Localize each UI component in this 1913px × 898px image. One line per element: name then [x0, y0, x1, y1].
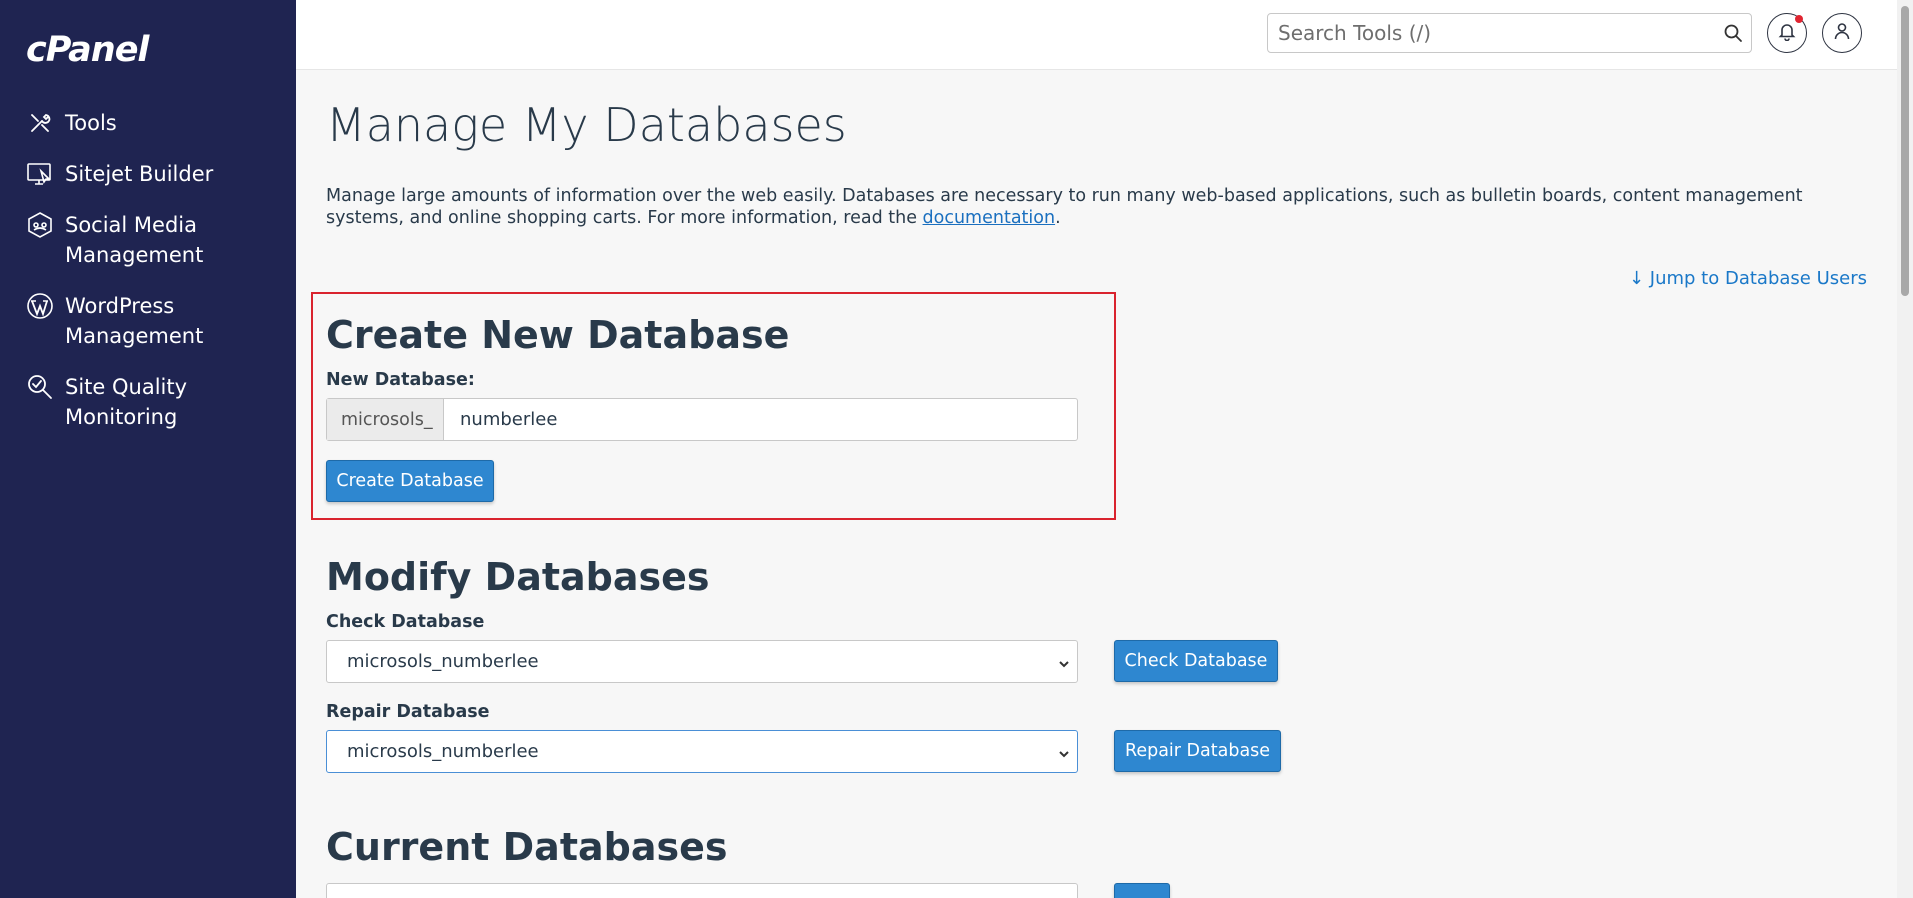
description-text: Manage large amounts of information over…	[326, 186, 1803, 228]
sidebar-nav: Tools Sitejet Builder Social Media Manage…	[0, 108, 296, 453]
site-quality-icon	[25, 372, 55, 402]
page-description: Manage large amounts of information over…	[326, 185, 1886, 229]
sidebar-item-site-quality[interactable]: Site Quality Monitoring	[0, 372, 296, 432]
sidebar-item-sitejet[interactable]: Sitejet Builder	[0, 159, 296, 189]
sidebar-item-tools[interactable]: Tools	[0, 108, 296, 138]
sidebar-item-label-line1: Site Quality	[65, 375, 188, 399]
arrow-down-icon: ↓	[1628, 268, 1645, 289]
scrollbar[interactable]	[1897, 0, 1913, 898]
scrollbar-thumb[interactable]	[1901, 6, 1909, 296]
description-end: .	[1055, 208, 1061, 228]
sidebar-item-label: Site Quality Monitoring	[65, 372, 187, 432]
current-databases-go-button[interactable]	[1114, 883, 1170, 898]
top-bar	[296, 0, 1897, 70]
create-heading: Create New Database	[326, 313, 790, 357]
check-database-select[interactable]: microsols_numberlee	[326, 640, 1078, 683]
sidebar-item-label-line1: WordPress	[65, 294, 175, 318]
sidebar: cPanel Tools Sitejet Builder Social Medi…	[0, 0, 296, 898]
cpanel-logo[interactable]: cPanel	[26, 30, 149, 70]
repair-database-label: Repair Database	[326, 702, 490, 722]
check-database-selected: microsols_numberlee	[347, 651, 539, 672]
search-box	[1267, 13, 1752, 53]
user-menu-button[interactable]	[1822, 13, 1862, 53]
search-icon[interactable]	[1723, 23, 1743, 47]
create-database-button[interactable]: Create Database	[326, 460, 494, 502]
repair-database-button[interactable]: Repair Database	[1114, 730, 1281, 772]
sitejet-icon	[25, 159, 55, 189]
jump-link-label: Jump to Database Users	[1649, 268, 1867, 289]
sidebar-item-label: Social Media Management	[65, 210, 203, 270]
jump-to-database-users-link[interactable]: ↓ Jump to Database Users	[1629, 268, 1867, 289]
check-database-label: Check Database	[326, 612, 485, 632]
user-icon	[1832, 21, 1852, 45]
notifications-button[interactable]	[1767, 13, 1807, 53]
modify-heading: Modify Databases	[326, 555, 710, 599]
sidebar-item-label-line2: Monitoring	[65, 405, 178, 429]
sidebar-item-wordpress[interactable]: WordPress Management	[0, 291, 296, 351]
sidebar-item-label: WordPress Management	[65, 291, 203, 351]
chevron-down-icon	[1057, 655, 1071, 676]
database-prefix: microsols_	[327, 399, 444, 440]
bell-icon	[1777, 21, 1797, 45]
sidebar-item-label-line2: Management	[65, 324, 204, 348]
repair-database-select[interactable]: microsols_numberlee	[326, 730, 1078, 773]
documentation-link[interactable]: documentation	[923, 208, 1056, 228]
social-media-icon	[25, 210, 55, 240]
sidebar-item-social-media[interactable]: Social Media Management	[0, 210, 296, 270]
new-database-input[interactable]	[444, 399, 1077, 440]
sidebar-item-label-line2: Management	[65, 243, 204, 267]
main-content: Manage My Databases Manage large amounts…	[296, 70, 1897, 898]
current-databases-heading: Current Databases	[326, 825, 728, 869]
notification-dot	[1795, 15, 1803, 23]
sidebar-item-label-line1: Social Media	[65, 213, 198, 237]
page-title: Manage My Databases	[326, 98, 847, 152]
chevron-down-icon	[1057, 745, 1071, 766]
search-input[interactable]	[1268, 14, 1698, 52]
check-database-button[interactable]: Check Database	[1114, 640, 1278, 682]
sidebar-item-label: Tools	[65, 111, 117, 135]
wordpress-icon	[25, 291, 55, 321]
current-databases-search[interactable]	[326, 883, 1078, 898]
sidebar-item-label: Sitejet Builder	[65, 162, 214, 186]
new-database-input-group: microsols_	[326, 398, 1078, 441]
new-database-label: New Database:	[326, 370, 475, 390]
tools-icon	[25, 108, 55, 138]
repair-database-selected: microsols_numberlee	[347, 741, 539, 762]
